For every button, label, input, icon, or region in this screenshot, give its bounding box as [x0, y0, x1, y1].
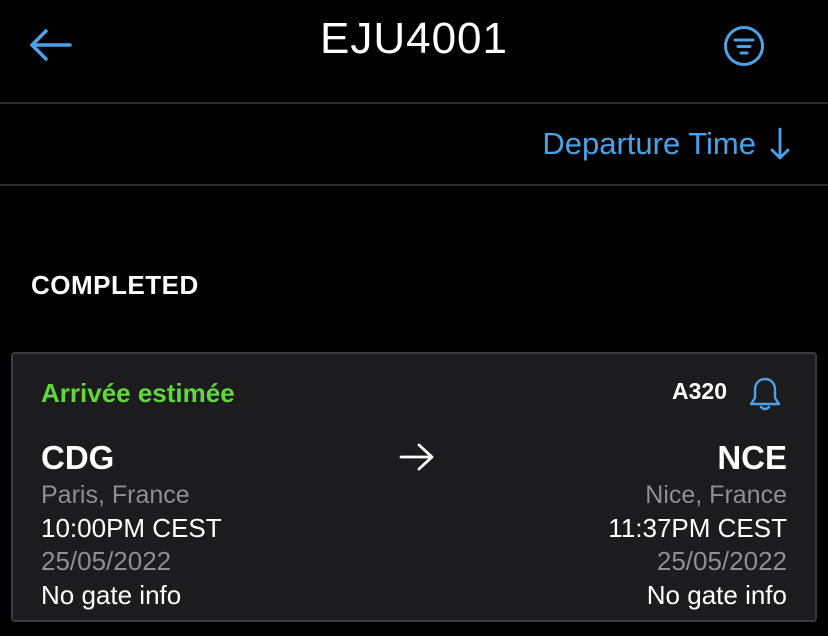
alert-button[interactable] — [745, 374, 785, 414]
bell-icon — [749, 377, 781, 411]
destination-info: NCE Nice, France 11:37PM CEST 25/05/2022… — [608, 438, 787, 612]
arrival-date: 25/05/2022 — [656, 546, 787, 576]
destination-airport-code: NCE — [717, 439, 787, 476]
destination-city: Nice, France — [645, 481, 787, 509]
departure-gate: No gate info — [41, 580, 182, 610]
sort-bar: Departure Time — [0, 104, 828, 186]
origin-info: CDG Paris, France 10:00PM CEST 25/05/202… — [41, 438, 222, 612]
aircraft-type: A320 — [672, 378, 727, 404]
departure-time: 10:00PM CEST — [41, 513, 222, 543]
flight-card[interactable]: Arrivée estimée A320 CDG Paris, France 1… — [11, 352, 817, 622]
arrival-gate: No gate info — [646, 580, 787, 610]
arrow-down-icon — [770, 127, 790, 160]
arrival-time: 11:37PM CEST — [608, 513, 787, 543]
filter-button[interactable] — [718, 20, 770, 72]
filter-list-icon — [724, 26, 764, 66]
flight-status: Arrivée estimée — [41, 378, 235, 408]
origin-airport-code: CDG — [41, 439, 115, 476]
flight-number-title: EJU4001 — [319, 14, 508, 63]
origin-city: Paris, France — [41, 481, 190, 509]
section-heading-completed: COMPLETED — [31, 270, 199, 300]
departure-date: 25/05/2022 — [41, 546, 172, 576]
flight-details-screen: EJU4001 Departure Time COMPLETED Arrivée… — [0, 0, 828, 636]
arrow-right-icon — [399, 443, 434, 471]
sort-departure-time-button[interactable]: Departure Time — [542, 126, 790, 162]
top-app-bar: EJU4001 — [0, 0, 828, 104]
sort-label: Departure Time — [542, 126, 756, 161]
